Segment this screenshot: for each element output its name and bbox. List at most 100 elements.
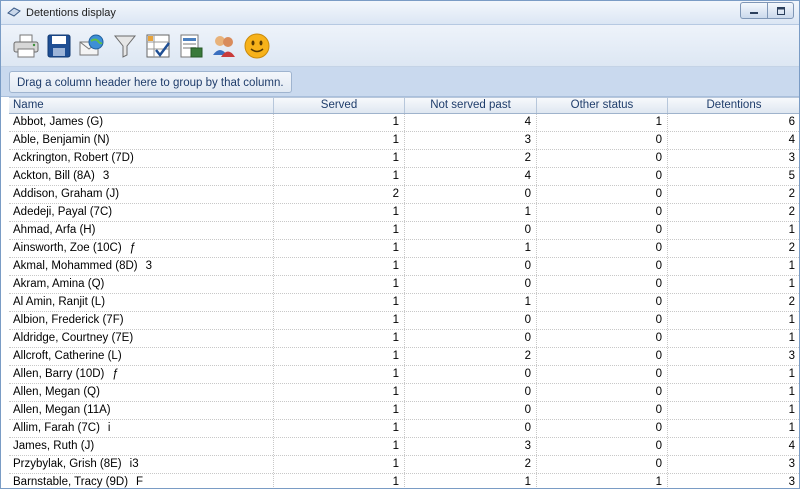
name-cell[interactable]: Ackton, Bill (8A) 3 [9,168,274,185]
not-served-past-cell[interactable]: 0 [405,384,537,401]
served-cell[interactable]: 1 [274,330,405,347]
table-row[interactable]: Adedeji, Payal (7C) 1 1 0 2 [9,204,799,222]
table-row[interactable]: Ainsworth, Zoe (10C) ƒ 1 1 0 2 [9,240,799,258]
detentions-cell[interactable]: 2 [668,204,799,221]
detentions-cell[interactable]: 1 [668,258,799,275]
name-cell[interactable]: Allen, Barry (10D) ƒ [9,366,274,383]
column-header-detentions[interactable]: Detentions [668,98,799,113]
name-cell[interactable]: Ainsworth, Zoe (10C) ƒ [9,240,274,257]
table-row[interactable]: Allen, Megan (11A) 1 0 0 1 [9,402,799,420]
served-cell[interactable]: 2 [274,186,405,203]
not-served-past-cell[interactable]: 0 [405,312,537,329]
other-status-cell[interactable]: 0 [537,348,668,365]
other-status-cell[interactable]: 0 [537,150,668,167]
name-cell[interactable]: Ahmad, Arfa (H) [9,222,274,239]
table-row[interactable]: Allcroft, Catherine (L) 1 2 0 3 [9,348,799,366]
group-by-panel[interactable]: Drag a column header here to group by th… [1,67,799,97]
not-served-past-cell[interactable]: 0 [405,420,537,437]
detentions-cell[interactable]: 1 [668,366,799,383]
detentions-cell[interactable]: 1 [668,402,799,419]
served-cell[interactable]: 1 [274,438,405,455]
name-cell[interactable]: Allim, Farah (7C) i [9,420,274,437]
other-status-cell[interactable]: 0 [537,366,668,383]
name-cell[interactable]: Addison, Graham (J) [9,186,274,203]
not-served-past-cell[interactable]: 4 [405,114,537,131]
served-cell[interactable]: 1 [274,420,405,437]
other-status-cell[interactable]: 0 [537,240,668,257]
column-header-other-status[interactable]: Other status [537,98,668,113]
served-cell[interactable]: 1 [274,132,405,149]
served-cell[interactable]: 1 [274,168,405,185]
maximize-button[interactable] [767,2,794,19]
name-cell[interactable]: Abbot, James (G) [9,114,274,131]
served-cell[interactable]: 1 [274,384,405,401]
table-row[interactable]: Barnstable, Tracy (9D) F 1 1 1 3 [9,474,799,488]
served-cell[interactable]: 1 [274,474,405,488]
name-cell[interactable]: Adedeji, Payal (7C) [9,204,274,221]
not-served-past-cell[interactable]: 1 [405,240,537,257]
detentions-cell[interactable]: 1 [668,222,799,239]
other-status-cell[interactable]: 0 [537,222,668,239]
detentions-cell[interactable]: 4 [668,132,799,149]
name-cell[interactable]: Aldridge, Courtney (7E) [9,330,274,347]
served-cell[interactable]: 1 [274,150,405,167]
table-row[interactable]: Akmal, Mohammed (8D) 3 1 0 0 1 [9,258,799,276]
table-row[interactable]: Ahmad, Arfa (H) 1 0 0 1 [9,222,799,240]
name-cell[interactable]: Akram, Amina (Q) [9,276,274,293]
not-served-past-cell[interactable]: 2 [405,150,537,167]
name-cell[interactable]: Allen, Megan (11A) [9,402,274,419]
users-button[interactable] [207,28,240,64]
name-cell[interactable]: Allcroft, Catherine (L) [9,348,274,365]
name-cell[interactable]: Al Amin, Ranjit (L) [9,294,274,311]
other-status-cell[interactable]: 1 [537,114,668,131]
table-row[interactable]: Ackton, Bill (8A) 3 1 4 0 5 [9,168,799,186]
not-served-past-cell[interactable]: 3 [405,438,537,455]
served-cell[interactable]: 1 [274,456,405,473]
table-row[interactable]: James, Ruth (J) 1 3 0 4 [9,438,799,456]
detentions-cell[interactable]: 1 [668,330,799,347]
column-header-name[interactable]: Name [9,98,274,113]
other-status-cell[interactable]: 0 [537,402,668,419]
not-served-past-cell[interactable]: 0 [405,276,537,293]
email-button[interactable] [75,28,108,64]
other-status-cell[interactable]: 0 [537,258,668,275]
not-served-past-cell[interactable]: 1 [405,204,537,221]
detentions-cell[interactable]: 1 [668,276,799,293]
name-cell[interactable]: Przybylak, Grish (8E) i3 [9,456,274,473]
filter-button[interactable] [108,28,141,64]
name-cell[interactable]: Albion, Frederick (7F) [9,312,274,329]
detentions-cell[interactable]: 4 [668,438,799,455]
other-status-cell[interactable]: 0 [537,294,668,311]
other-status-cell[interactable]: 1 [537,474,668,488]
name-cell[interactable]: Akmal, Mohammed (8D) 3 [9,258,274,275]
not-served-past-cell[interactable]: 1 [405,294,537,311]
name-cell[interactable]: Barnstable, Tracy (9D) F [9,474,274,488]
table-row[interactable]: Al Amin, Ranjit (L) 1 1 0 2 [9,294,799,312]
name-cell[interactable]: Able, Benjamin (N) [9,132,274,149]
not-served-past-cell[interactable]: 0 [405,222,537,239]
detentions-cell[interactable]: 2 [668,294,799,311]
served-cell[interactable]: 1 [274,258,405,275]
served-cell[interactable]: 1 [274,402,405,419]
detentions-cell[interactable]: 1 [668,420,799,437]
served-cell[interactable]: 1 [274,294,405,311]
export-button[interactable] [174,28,207,64]
other-status-cell[interactable]: 0 [537,168,668,185]
name-cell[interactable]: James, Ruth (J) [9,438,274,455]
other-status-cell[interactable]: 0 [537,420,668,437]
detentions-cell[interactable]: 5 [668,168,799,185]
other-status-cell[interactable]: 0 [537,438,668,455]
other-status-cell[interactable]: 0 [537,330,668,347]
not-served-past-cell[interactable]: 2 [405,348,537,365]
not-served-past-cell[interactable]: 0 [405,258,537,275]
column-header-not-served-past[interactable]: Not served past [405,98,537,113]
table-row[interactable]: Aldridge, Courtney (7E) 1 0 0 1 [9,330,799,348]
not-served-past-cell[interactable]: 4 [405,168,537,185]
not-served-past-cell[interactable]: 1 [405,474,537,488]
column-header-served[interactable]: Served [274,98,405,113]
other-status-cell[interactable]: 0 [537,312,668,329]
name-cell[interactable]: Allen, Megan (Q) [9,384,274,401]
other-status-cell[interactable]: 0 [537,186,668,203]
table-row[interactable]: Allen, Barry (10D) ƒ 1 0 0 1 [9,366,799,384]
not-served-past-cell[interactable]: 0 [405,330,537,347]
